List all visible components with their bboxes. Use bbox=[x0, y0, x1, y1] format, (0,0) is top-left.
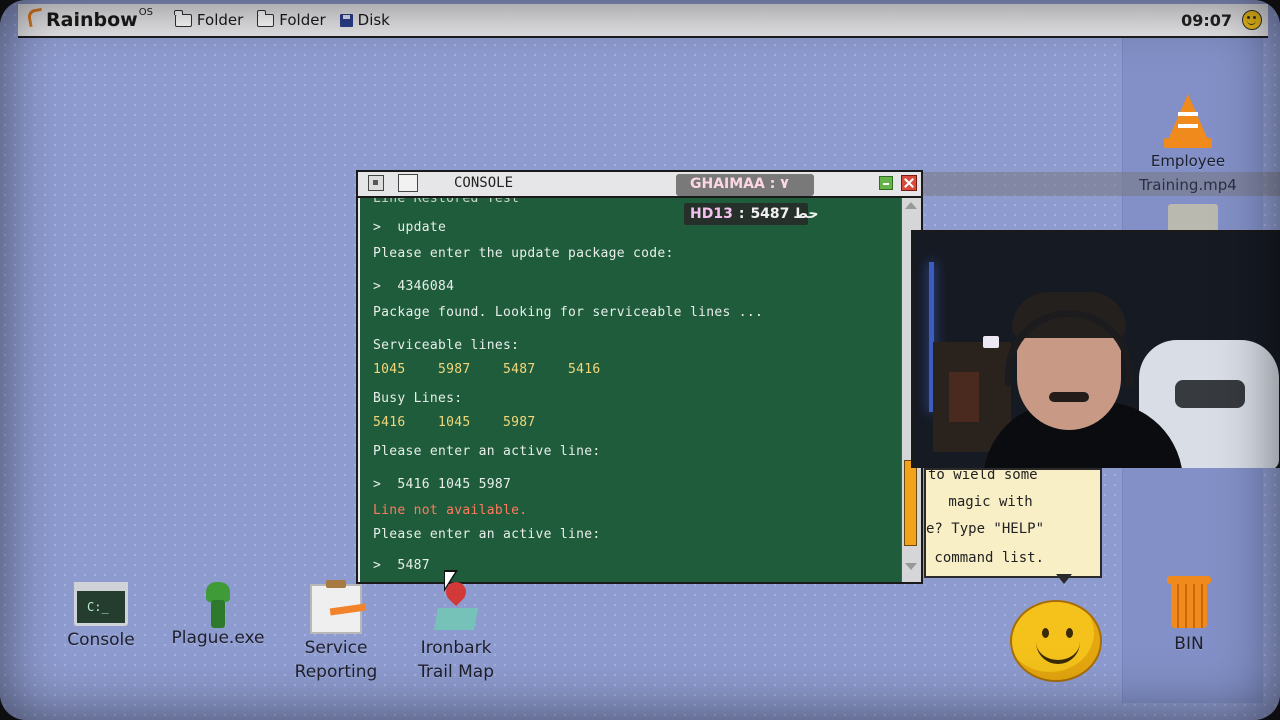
desktop-icon-service-reporting[interactable]: Service Reporting bbox=[281, 580, 391, 684]
video-label-1: Employee bbox=[1150, 152, 1226, 170]
clock: 09:07 bbox=[1181, 10, 1232, 30]
terminal-line: > update bbox=[373, 220, 447, 235]
terminal-output[interactable]: Line Restored Test > update Please enter… bbox=[360, 198, 901, 582]
hd13-value: 5487 bbox=[750, 206, 790, 222]
terminal-line: Please enter an active line: bbox=[373, 527, 601, 542]
traffic-cone-icon bbox=[1164, 94, 1212, 150]
busy-lines-list: 5416 1045 5987 bbox=[373, 415, 536, 430]
terminal-line: > 5416 1045 5987 bbox=[373, 477, 512, 492]
rainbow-swoosh-icon bbox=[26, 7, 45, 28]
hd13-suffix: حط bbox=[793, 206, 819, 222]
serviceable-lines-list: 1045 5987 5487 5416 bbox=[373, 362, 601, 377]
console-icon: C:_ bbox=[74, 582, 128, 626]
hd13-label: HD13 bbox=[690, 206, 733, 222]
console-titlebar[interactable]: CONSOLE bbox=[358, 172, 921, 198]
help-speech-bubble: to wield some magic with e? Type "HELP" … bbox=[924, 468, 1102, 578]
plague-icon bbox=[198, 582, 238, 630]
folder-icon bbox=[256, 9, 275, 27]
terminal-line: > 4346084 bbox=[373, 279, 455, 294]
minimize-button[interactable] bbox=[879, 176, 893, 190]
hd13-overlay: HD13 : 5487 حط bbox=[684, 203, 819, 225]
console-title: CONSOLE bbox=[454, 175, 514, 191]
smiley-menu-icon[interactable] bbox=[1242, 10, 1262, 30]
scroll-thumb[interactable] bbox=[904, 460, 917, 546]
scroll-up-arrow-icon[interactable] bbox=[905, 202, 917, 209]
desktop-icon-label: Console bbox=[67, 630, 135, 650]
smiley-eye bbox=[1066, 628, 1073, 638]
bubble-line: magic with bbox=[940, 494, 1033, 510]
disk-icon bbox=[339, 13, 353, 27]
bubble-line: command list. bbox=[926, 550, 1045, 566]
terminal-line: Please enter the update package code: bbox=[373, 246, 674, 261]
terminal-line: Serviceable lines: bbox=[373, 338, 520, 353]
folder-icon[interactable] bbox=[1168, 204, 1218, 230]
menu-bar: Rainbow OS Folder Folder Disk 09:07 bbox=[18, 4, 1268, 38]
menu-folder-2[interactable]: Folder bbox=[256, 4, 326, 36]
desktop-icon-label: BIN bbox=[1174, 634, 1204, 654]
clipboard-icon bbox=[310, 580, 362, 634]
console-window[interactable]: CONSOLE Line Restored Test > update Plea… bbox=[356, 170, 923, 584]
smiley-eye bbox=[1042, 628, 1049, 638]
menu-folder-2-label: Folder bbox=[279, 11, 326, 29]
terminal-line: Busy Lines: bbox=[373, 391, 463, 406]
desktop-icon-console[interactable]: C:_ Console bbox=[46, 582, 156, 652]
menu-disk[interactable]: Disk bbox=[339, 4, 390, 36]
desktop-icon-plague[interactable]: Plague.exe bbox=[163, 582, 273, 650]
scroll-down-arrow-icon[interactable] bbox=[905, 563, 917, 570]
folder-icon bbox=[174, 9, 192, 27]
os-logo-superscript: OS bbox=[138, 7, 153, 18]
webcam-shelf-tag bbox=[983, 336, 999, 348]
employee-training-video-icon[interactable]: Employee bbox=[1133, 94, 1243, 172]
webcam-person-mustache bbox=[1049, 392, 1089, 402]
menu-folder-1[interactable]: Folder bbox=[174, 4, 244, 36]
bubble-tail bbox=[1056, 574, 1072, 584]
bubble-line: to wield some bbox=[928, 468, 1038, 483]
terminal-input-line[interactable]: > 5487 bbox=[373, 558, 430, 573]
os-logo-text: Rainbow bbox=[46, 9, 138, 31]
menu-disk-label: Disk bbox=[357, 11, 390, 29]
bubble-line: e? Type "HELP" bbox=[926, 521, 1045, 537]
terminal-line: Please enter an active line: bbox=[373, 444, 601, 459]
desktop-icon-label: Ironbark bbox=[420, 638, 492, 658]
desktop: Rainbow OS Folder Folder Disk 09:07 Empl… bbox=[0, 0, 1280, 720]
stream-name-text: GHAIMAA : ٧ bbox=[690, 176, 789, 192]
video-label-2: Training.mp4 bbox=[1139, 176, 1237, 194]
desktop-icon-label: Service bbox=[304, 638, 368, 658]
webcam-shelf-item bbox=[949, 372, 979, 422]
terminal-line: Package found. Looking for serviceable l… bbox=[373, 305, 764, 320]
trash-bin-icon bbox=[1165, 570, 1213, 628]
desktop-icon-label: Trail Map bbox=[417, 662, 495, 682]
hd13-separator: : bbox=[738, 206, 745, 222]
window-menu-icon[interactable] bbox=[368, 175, 384, 191]
close-button[interactable] bbox=[901, 175, 917, 191]
os-logo[interactable]: Rainbow OS bbox=[26, 7, 153, 31]
mouse-cursor-icon bbox=[444, 570, 458, 592]
smiley-assistant-icon[interactable] bbox=[1010, 600, 1102, 682]
desktop-icon-trail-map[interactable]: Ironbark Trail Map bbox=[401, 582, 511, 684]
terminal-line: Line Restored Test bbox=[373, 198, 520, 206]
menu-folder-1-label: Folder bbox=[196, 11, 244, 29]
webcam-overlay bbox=[911, 230, 1280, 468]
window-zoom-icon[interactable] bbox=[398, 174, 418, 192]
error-message: Line not available. bbox=[373, 503, 528, 518]
desktop-icon-label: Reporting bbox=[294, 662, 378, 682]
stream-name-overlay: GHAIMAA : ٧ bbox=[676, 174, 814, 196]
smiley-mouth bbox=[1036, 642, 1080, 664]
desktop-icon-bin[interactable]: BIN bbox=[1134, 570, 1244, 656]
